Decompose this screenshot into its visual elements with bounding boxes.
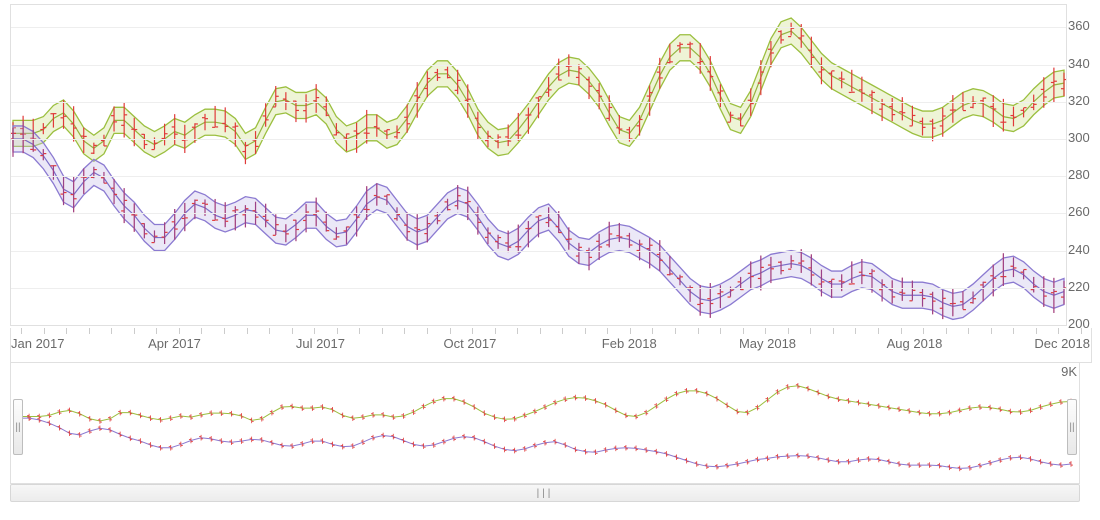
y-tick-label: 200 (1068, 316, 1098, 331)
x-tick-label: Jul 2017 (296, 336, 345, 351)
x-tick-label: May 2018 (739, 336, 796, 351)
y-tick-label: 220 (1068, 279, 1098, 294)
navigator-grip-right[interactable]: || (1067, 399, 1077, 455)
price-chart-panel[interactable] (10, 4, 1067, 326)
y-tick-label: 320 (1068, 93, 1098, 108)
navigator-panel[interactable]: 9K || || (10, 362, 1080, 484)
y-tick-label: 340 (1068, 56, 1098, 71)
y-tick-label: 360 (1068, 18, 1098, 33)
navigator-canvas (11, 363, 1079, 483)
x-tick-label: Apr 2017 (148, 336, 201, 351)
x-tick-label: Aug 2018 (887, 336, 943, 351)
y-tick-label: 280 (1068, 167, 1098, 182)
time-axis: Jan 2017 Apr 2017 Jul 2017 Oct 2017 Feb 2018… (10, 328, 1092, 363)
x-tick-label: Feb 2018 (602, 336, 657, 351)
x-tick-label: Dec 2018 (1034, 336, 1090, 351)
price-chart-canvas (11, 5, 1066, 325)
navigator-grip-left[interactable]: || (13, 399, 23, 455)
horizontal-scrollbar[interactable]: ||| (10, 484, 1080, 502)
y-tick-label: 240 (1068, 242, 1098, 257)
x-tick-label: Oct 2017 (444, 336, 497, 351)
x-tick-label: Jan 2017 (11, 336, 65, 351)
y-tick-label: 300 (1068, 130, 1098, 145)
y-tick-label: 260 (1068, 204, 1098, 219)
